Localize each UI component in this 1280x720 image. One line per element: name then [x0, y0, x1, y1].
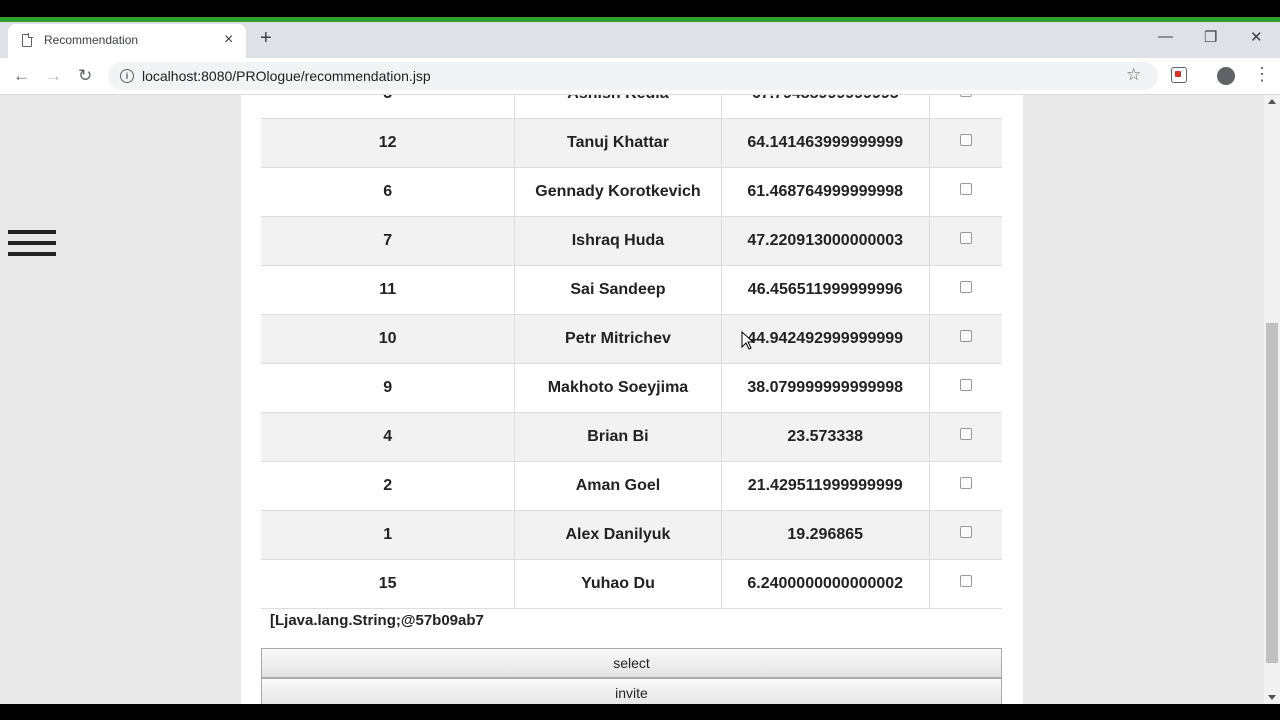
row-checkbox[interactable]	[959, 95, 972, 97]
screen-top-bar	[0, 0, 1280, 17]
address-bar[interactable]: i localhost:8080/PROlogue/recommendation…	[108, 62, 1158, 90]
row-checkbox[interactable]	[959, 574, 972, 587]
invite-button[interactable]: invite	[261, 678, 1002, 704]
select-cell	[929, 95, 1002, 119]
output-text: [Ljava.lang.String;@57b09ab7	[270, 612, 484, 629]
score-cell: 19.296865	[721, 510, 930, 560]
browser-toolbar: ← → ↻ i localhost:8080/PROlogue/recommen…	[0, 58, 1280, 95]
tab-title: Recommendation	[44, 33, 139, 47]
score-cell: 46.456511999999996	[721, 265, 930, 315]
row-checkbox[interactable]	[959, 133, 972, 146]
name-cell: Ishraq Huda	[514, 216, 722, 266]
select-cell	[929, 461, 1002, 511]
name-cell: Yuhao Du	[514, 559, 722, 609]
rank-cell: 2	[261, 461, 516, 511]
name-cell: Ashish Kedia	[514, 95, 722, 119]
extension-icon[interactable]	[1171, 67, 1187, 83]
scroll-down-icon[interactable]	[1268, 695, 1276, 700]
tab-close-icon[interactable]: ×	[224, 30, 233, 50]
table-row: 4 Brian Bi 23.573338	[261, 412, 1002, 462]
mouse-cursor-icon	[741, 331, 755, 350]
row-checkbox[interactable]	[959, 476, 972, 489]
select-cell	[929, 265, 1002, 315]
score-cell: 64.141463999999999	[721, 118, 930, 168]
scroll-up-icon[interactable]	[1268, 99, 1276, 104]
rank-cell: 4	[261, 412, 516, 462]
table-row: 9 Makhoto Soeyjima 38.079999999999998	[261, 363, 1002, 413]
score-cell: 21.429511999999999	[721, 461, 930, 511]
rank-cell: 7	[261, 216, 516, 266]
rank-cell: 6	[261, 167, 516, 217]
score-cell: 6.2400000000000002	[721, 559, 930, 609]
new-tab-button[interactable]: +	[260, 27, 272, 49]
screen-bottom-bar	[0, 704, 1280, 720]
table-row: 15 Yuhao Du 6.2400000000000002	[261, 559, 1002, 609]
url-text[interactable]: localhost:8080/PROlogue/recommendation.j…	[142, 68, 431, 84]
reload-button[interactable]: ↻	[78, 66, 92, 86]
row-checkbox[interactable]	[959, 231, 972, 244]
row-checkbox[interactable]	[959, 525, 972, 538]
row-checkbox[interactable]	[959, 329, 972, 342]
name-cell: Aman Goel	[514, 461, 722, 511]
select-cell	[929, 510, 1002, 560]
select-cell	[929, 559, 1002, 609]
name-cell: Sai Sandeep	[514, 265, 722, 315]
tab-strip: Recommendation × + — ❐ ✕	[0, 22, 1280, 58]
rank-cell: 12	[261, 118, 516, 168]
score-cell: 61.468764999999998	[721, 167, 930, 217]
avatar-icon[interactable]	[1217, 67, 1235, 85]
row-checkbox[interactable]	[959, 378, 972, 391]
vertical-scrollbar[interactable]	[1264, 95, 1280, 704]
close-window-button[interactable]: ✕	[1250, 28, 1263, 46]
scrollbar-thumb[interactable]	[1266, 323, 1278, 663]
table-row: 3Ashish Kedia67.79488999999995	[261, 95, 1002, 119]
table-row: 12 Tanuj Khattar 64.141463999999999	[261, 118, 1002, 168]
minimize-button[interactable]: —	[1158, 28, 1173, 45]
forward-button[interactable]: →	[45, 66, 62, 86]
document-icon	[22, 33, 33, 47]
table-row: 6 Gennady Korotkevich 61.468764999999998	[261, 167, 1002, 217]
select-cell	[929, 314, 1002, 364]
row-checkbox[interactable]	[959, 427, 972, 440]
restore-button[interactable]: ❐	[1204, 28, 1217, 46]
rank-cell: 15	[261, 559, 516, 609]
rank-cell: 9	[261, 363, 516, 413]
table-row: 7 Ishraq Huda 47.220913000000003	[261, 216, 1002, 266]
table-row: 10 Petr Mitrichev 44.942492999999999	[261, 314, 1002, 364]
hamburger-menu-icon[interactable]	[8, 230, 56, 264]
score-cell: 67.79488999999995	[721, 95, 930, 119]
star-icon[interactable]: ☆	[1126, 65, 1141, 85]
table-row: 11 Sai Sandeep 46.456511999999996	[261, 265, 1002, 315]
name-cell: Petr Mitrichev	[514, 314, 722, 364]
name-cell: Brian Bi	[514, 412, 722, 462]
menu-dots-icon[interactable]: ⋮	[1253, 63, 1271, 85]
row-checkbox[interactable]	[959, 182, 972, 195]
rank-cell: 3	[261, 95, 516, 119]
score-cell: 23.573338	[721, 412, 930, 462]
back-button[interactable]: ←	[13, 66, 30, 86]
select-cell	[929, 118, 1002, 168]
info-icon[interactable]: i	[120, 69, 134, 83]
score-cell: 38.079999999999998	[721, 363, 930, 413]
select-cell	[929, 412, 1002, 462]
table-row: 2 Aman Goel 21.429511999999999	[261, 461, 1002, 511]
name-cell: Makhoto Soeyjima	[514, 363, 722, 413]
select-button[interactable]: select	[261, 648, 1002, 678]
select-cell	[929, 216, 1002, 266]
table-row: 1 Alex Danilyuk 19.296865	[261, 510, 1002, 560]
main-content: 3Ashish Kedia67.7948899999999512Tanuj Kh…	[241, 95, 1023, 704]
rank-cell: 11	[261, 265, 516, 315]
rank-cell: 1	[261, 510, 516, 560]
select-cell	[929, 363, 1002, 413]
recommendation-table: 3Ashish Kedia67.7948899999999512Tanuj Kh…	[261, 95, 1002, 609]
rank-cell: 10	[261, 314, 516, 364]
name-cell: Gennady Korotkevich	[514, 167, 722, 217]
name-cell: Tanuj Khattar	[514, 118, 722, 168]
row-checkbox[interactable]	[959, 280, 972, 293]
tab-recommendation[interactable]: Recommendation ×	[8, 24, 246, 58]
name-cell: Alex Danilyuk	[514, 510, 722, 560]
page-viewport: 3Ashish Kedia67.7948899999999512Tanuj Kh…	[0, 95, 1264, 704]
select-cell	[929, 167, 1002, 217]
score-cell: 47.220913000000003	[721, 216, 930, 266]
